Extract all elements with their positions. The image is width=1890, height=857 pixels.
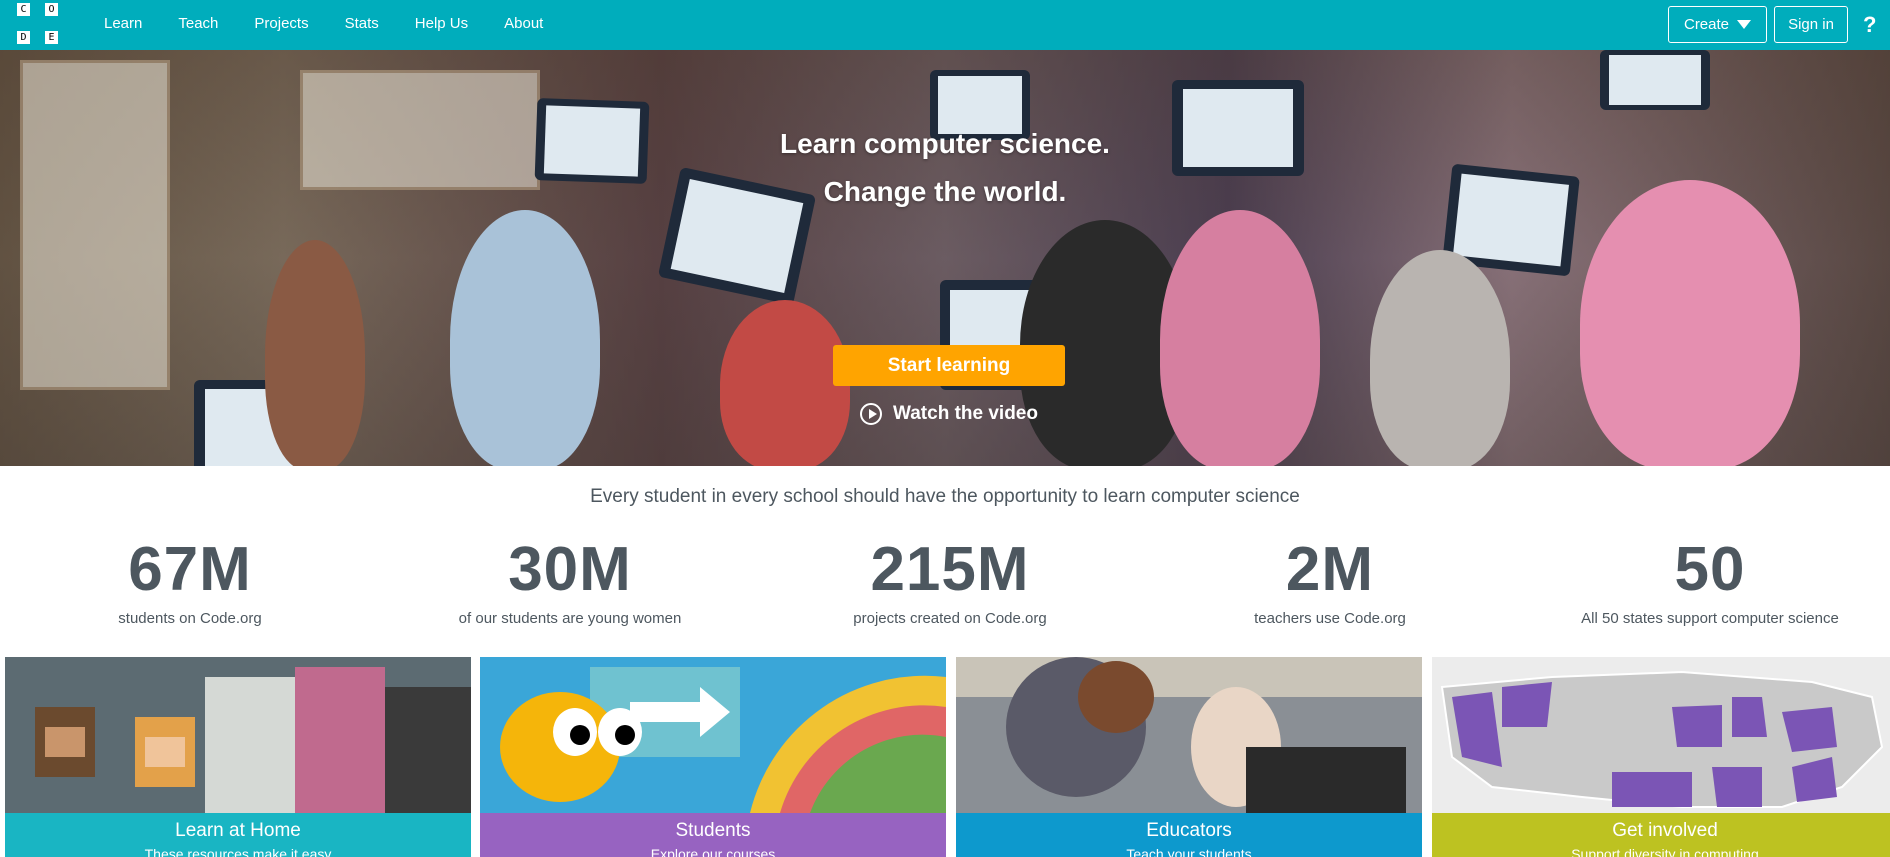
create-label: Create — [1683, 16, 1730, 33]
stat-students: 67M students on Code.org — [0, 535, 380, 627]
logo-letter: E — [45, 31, 58, 44]
nav-help-us[interactable]: Help Us — [415, 15, 468, 32]
card-learn-at-home[interactable]: Learn at Home These resources make it ea… — [5, 657, 471, 857]
hero-headline-line1: Learn computer science. — [780, 128, 1110, 159]
caret-down-icon — [1737, 20, 1752, 29]
card-band: Learn at Home These resources make it ea… — [5, 813, 471, 857]
card-students[interactable]: Students Explore our courses — [480, 657, 946, 857]
sign-in-button[interactable]: Sign in — [1774, 6, 1848, 43]
mission-tagline: Every student in every school should hav… — [590, 486, 1300, 507]
stat-young-women: 30M of our students are young women — [380, 535, 760, 627]
hero-photo-tablet — [1600, 50, 1710, 110]
logo-blank — [31, 31, 44, 44]
nav-projects[interactable]: Projects — [254, 15, 308, 32]
top-navbar: C O D E Learn Teach Projects Stats Help … — [0, 0, 1890, 50]
logo-blank — [31, 3, 44, 16]
logo-letter: O — [45, 3, 58, 16]
stat-teachers: 2M teachers use Code.org — [1140, 535, 1520, 627]
hero-photo-student — [1580, 180, 1800, 466]
card-title: Get involved — [1612, 820, 1718, 841]
hero-photo-board — [20, 60, 170, 390]
card-subtitle: These resources make it easy — [144, 846, 332, 857]
card-title: Students — [675, 820, 751, 841]
card-image-bee — [480, 657, 946, 813]
stat-label: projects created on Code.org — [853, 610, 1047, 627]
nav-learn[interactable]: Learn — [104, 15, 142, 32]
card-get-involved[interactable]: Get involved Support diversity in comput… — [1432, 657, 1890, 857]
stat-value: 30M — [508, 535, 632, 604]
card-image-minecraft — [5, 657, 471, 813]
stat-value: 215M — [870, 535, 1030, 604]
logo-letter: D — [17, 31, 30, 44]
card-image-classroom — [956, 657, 1422, 813]
nav-teach[interactable]: Teach — [178, 15, 218, 32]
hero-photo-student — [1160, 210, 1320, 466]
card-subtitle: Explore our courses — [650, 846, 776, 857]
hero-photo-student — [720, 300, 850, 466]
card-subtitle: Support diversity in computing — [1571, 846, 1759, 857]
card-band: Get involved Support diversity in comput… — [1432, 813, 1890, 857]
nav-stats[interactable]: Stats — [345, 15, 379, 32]
stat-label: students on Code.org — [118, 610, 262, 627]
create-button[interactable]: Create — [1668, 6, 1767, 43]
stat-value: 67M — [128, 535, 252, 604]
stat-value: 50 — [1674, 535, 1746, 604]
card-subtitle: Teach your students — [1126, 846, 1252, 857]
play-circle-icon — [860, 403, 882, 425]
card-title: Learn at Home — [175, 820, 301, 841]
hero-photo-student — [265, 240, 365, 466]
stat-states: 50 All 50 states support computer scienc… — [1520, 535, 1890, 627]
main-nav: Learn Teach Projects Stats Help Us About — [94, 0, 569, 46]
card-band: Students Explore our courses — [480, 813, 946, 857]
stat-label: of our students are young women — [458, 610, 682, 627]
card-title: Educators — [1146, 820, 1232, 841]
watch-video-link[interactable]: Watch the video — [860, 400, 1038, 428]
start-learning-button[interactable]: Start learning — [833, 345, 1065, 386]
hero-banner: Learn computer science. Change the world… — [0, 50, 1890, 466]
card-image-us-map — [1432, 657, 1890, 813]
logo-blank — [45, 17, 58, 30]
watch-video-label: Watch the video — [893, 403, 1038, 424]
stat-projects: 215M projects created on Code.org — [760, 535, 1140, 627]
card-band: Educators Teach your students — [956, 813, 1422, 857]
logo-blank — [17, 17, 30, 30]
help-icon[interactable]: ? — [1863, 12, 1885, 37]
nav-about[interactable]: About — [504, 15, 543, 32]
logo-blank — [31, 17, 44, 30]
logo-letter: C — [17, 3, 30, 16]
code-org-logo[interactable]: C O D E — [17, 3, 58, 44]
hero-photo-student — [1370, 250, 1510, 466]
stat-label: teachers use Code.org — [1254, 610, 1406, 627]
hero-headline-line2: Change the world. — [823, 176, 1067, 207]
stat-label: All 50 states support computer science — [1581, 610, 1839, 627]
stat-value: 2M — [1285, 535, 1375, 604]
card-educators[interactable]: Educators Teach your students — [956, 657, 1422, 857]
hero-photo-student — [450, 210, 600, 466]
